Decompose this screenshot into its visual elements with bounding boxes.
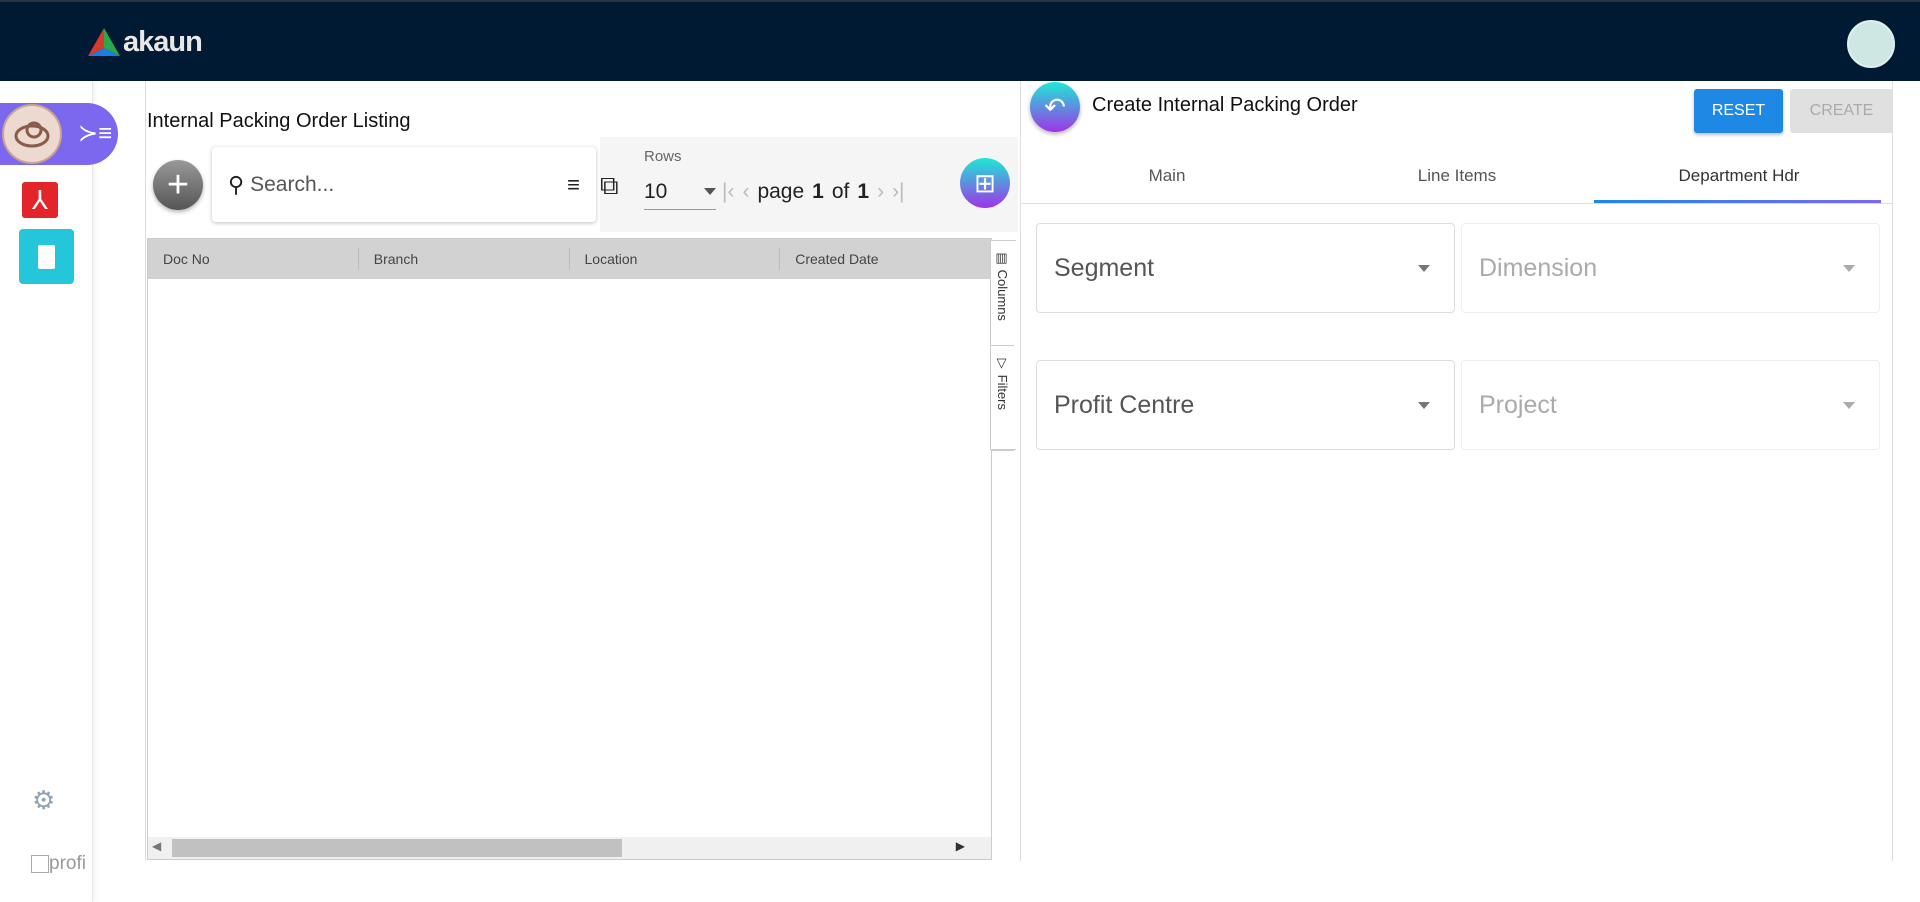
app-avatar[interactable] (2, 104, 62, 164)
page-count-icon[interactable]: ⧉ (600, 170, 619, 202)
brand-name: akaun (123, 26, 203, 58)
scrollbar-thumb[interactable] (172, 839, 622, 857)
profit-centre-select[interactable]: Profit Centre (1036, 360, 1455, 450)
profile-link[interactable]: profi (31, 853, 86, 875)
form-title: Create Internal Packing Order (1092, 94, 1358, 116)
side-tool-panel: ▥ Columns ▽ Filters (990, 240, 1016, 451)
clipboard-app-icon[interactable] (19, 229, 74, 284)
columns-tab[interactable]: ▥ Columns (991, 241, 1014, 346)
search-input[interactable]: ⚲ Search... ≡ (212, 147, 596, 222)
rows-label: Rows (644, 148, 682, 165)
dropdown-caret-icon (1418, 264, 1430, 272)
tab-divider (1022, 203, 1892, 204)
dimension-label: Dimension (1479, 253, 1598, 282)
create-button[interactable]: CREATE (1790, 89, 1893, 133)
tab-department-hdr[interactable]: Department Hdr (1594, 150, 1884, 202)
last-page-icon[interactable]: ›| (892, 180, 904, 204)
filters-label: Filters (995, 374, 1010, 411)
user-avatar[interactable] (1847, 20, 1895, 68)
add-button[interactable]: + (153, 160, 203, 210)
next-page-icon[interactable]: › (877, 180, 884, 204)
app-logo-icon (14, 121, 50, 148)
active-tab-indicator (1594, 200, 1881, 203)
segment-select[interactable]: Segment (1036, 223, 1455, 313)
broken-image-icon (31, 855, 49, 873)
column-branch[interactable]: Branch (359, 248, 570, 270)
prev-page-icon[interactable]: ‹ (742, 180, 749, 204)
column-doc-no[interactable]: Doc No (148, 248, 359, 270)
search-placeholder: Search... (250, 172, 335, 196)
segment-label: Segment (1054, 253, 1155, 282)
menu-collapse-icon: ≻≡ (78, 120, 113, 147)
dropdown-caret-icon (1843, 401, 1855, 409)
tab-main[interactable]: Main (1022, 150, 1312, 202)
search-icon: ⚲ (228, 171, 245, 197)
profile-label: profi (49, 853, 86, 874)
page-current: 1 (812, 180, 824, 203)
horizontal-scrollbar[interactable]: ◀ ▶ (148, 837, 991, 859)
rows-value: 10 (644, 179, 668, 203)
rows-select[interactable]: 10 (644, 174, 716, 210)
filter-icon[interactable]: ≡ (567, 172, 580, 198)
of-word: of (831, 180, 850, 203)
dropdown-caret-icon (1418, 401, 1430, 409)
profit-centre-label: Profit Centre (1054, 390, 1195, 419)
table-header: Doc No Branch Location Created Date (148, 239, 991, 279)
first-page-icon[interactable]: |‹ (722, 180, 734, 204)
dimension-select[interactable]: Dimension (1461, 223, 1880, 313)
filters-tab[interactable]: ▽ Filters (991, 346, 1014, 451)
listing-table: Doc No Branch Location Created Date ◀ ▶ (147, 238, 992, 860)
top-bar: akaun (0, 0, 1920, 81)
project-label: Project (1479, 390, 1557, 419)
back-button[interactable]: ↶ (1030, 82, 1080, 132)
grid-view-button[interactable]: ⊞ (960, 158, 1010, 208)
akaun-logo[interactable]: akaun (88, 26, 203, 59)
column-location[interactable]: Location (570, 248, 781, 270)
page-word: page (757, 180, 805, 203)
acrobat-app-icon[interactable]: ⅄ (22, 182, 58, 218)
settings-gear-icon[interactable]: ⚙ (32, 785, 55, 816)
page-total: 1 (857, 180, 870, 203)
column-created-date[interactable]: Created Date (780, 248, 991, 270)
listing-title: Internal Packing Order Listing (147, 110, 411, 132)
logo-triangle-icon (88, 27, 120, 56)
columns-label: Columns (995, 269, 1010, 321)
project-select[interactable]: Project (1461, 360, 1880, 450)
reset-button[interactable]: RESET (1694, 89, 1783, 133)
tab-line-items[interactable]: Line Items (1312, 150, 1602, 202)
dropdown-caret-icon (1843, 264, 1855, 272)
